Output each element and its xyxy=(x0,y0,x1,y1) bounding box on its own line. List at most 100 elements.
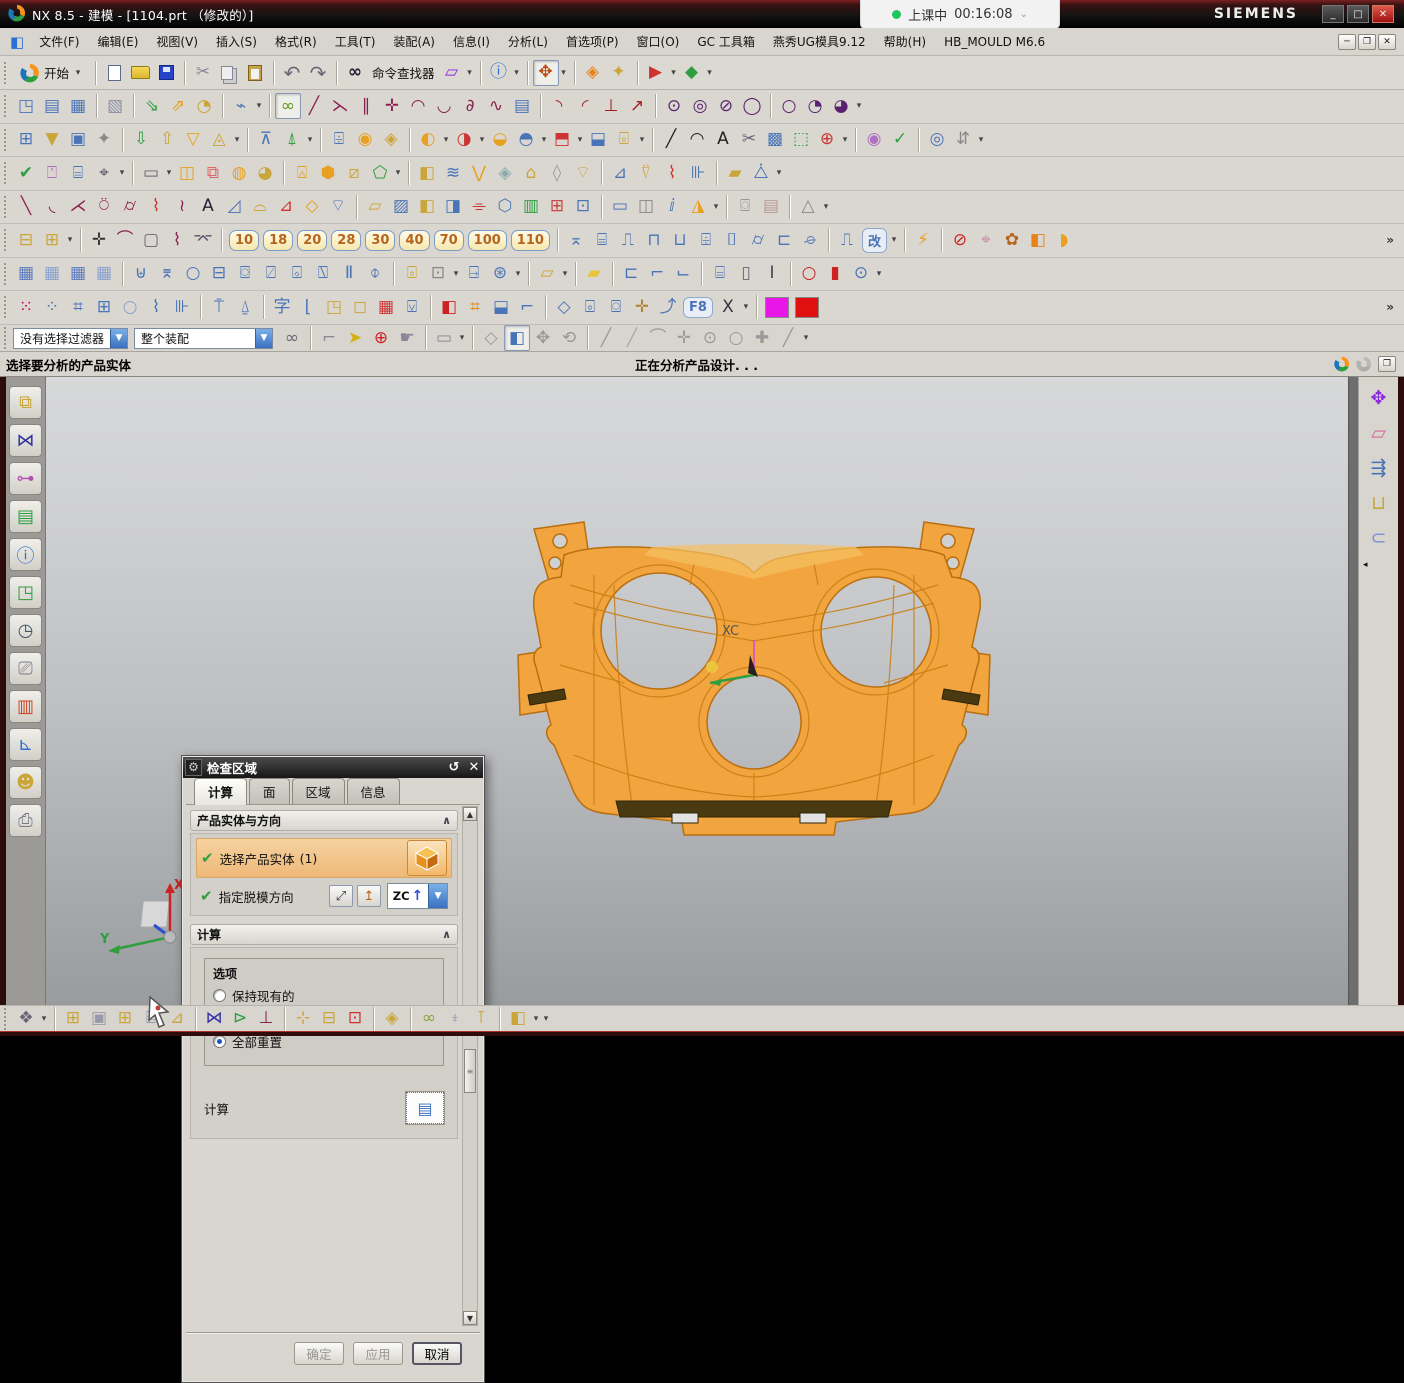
toolbar-icon[interactable]: ⌒ xyxy=(112,227,138,253)
toolbar-icon[interactable]: ⊞ xyxy=(60,1006,86,1032)
toolbar-icon[interactable]: ⌇ xyxy=(164,227,190,253)
plate-size-30[interactable]: 30 xyxy=(365,230,395,251)
toolbar-icon[interactable]: Ⅰ xyxy=(759,261,785,287)
dialog-reset-button[interactable]: ↺ xyxy=(444,760,464,775)
selection-scope-dropdown[interactable]: 整个装配 ▼ xyxy=(134,328,273,349)
toolbar-icon[interactable]: ⇗ xyxy=(165,93,191,119)
play-icon[interactable]: ▶ xyxy=(643,60,669,86)
toolbar-icon[interactable]: ⇘ xyxy=(139,93,165,119)
toolbar-icon[interactable]: ⧉ xyxy=(200,160,226,186)
chevron-down-icon[interactable]: ▾ xyxy=(539,135,549,145)
toolbar-icon[interactable]: ◉ xyxy=(352,127,378,153)
check-regions-dialog[interactable]: ⚙ 检查区域 ↺ ✕ 计算 面 区域 信息 产品实体与方向 ∧ xyxy=(181,755,485,1383)
sheet-deform-icon[interactable]: ▱ xyxy=(1366,420,1392,446)
toolbar-icon[interactable]: ▱ xyxy=(534,261,560,287)
toolbar-grip[interactable] xyxy=(4,129,9,151)
toolbar-icon[interactable]: ◎ xyxy=(687,93,713,119)
menu-item-14[interactable]: 帮助(H) xyxy=(875,31,935,53)
toolbar-icon[interactable]: ╲ xyxy=(13,194,39,220)
toolbar-icon[interactable]: ⊓ xyxy=(641,227,667,253)
tab-calculate[interactable]: 计算 xyxy=(194,778,247,805)
toolbar-icon[interactable]: ◑ xyxy=(451,127,477,153)
reuse-library-icon[interactable]: ▤ xyxy=(9,500,42,533)
toolbar-icon[interactable]: ⊟ xyxy=(316,1006,342,1032)
command-finder-label[interactable]: 命令查找器 xyxy=(372,63,435,82)
tab-face[interactable]: 面 xyxy=(249,778,290,804)
brush-icon[interactable]: ⍌ xyxy=(399,294,425,320)
toolbar-icon[interactable]: ⌖ xyxy=(91,160,117,186)
start-button[interactable]: 开始 ▾ xyxy=(13,60,90,86)
toolbar-icon[interactable]: ◈ xyxy=(492,160,518,186)
chevron-down-icon[interactable]: ▾ xyxy=(559,68,569,78)
chevron-down-icon[interactable]: ▾ xyxy=(441,135,451,145)
toolbar-icon[interactable]: ▨ xyxy=(388,194,414,220)
radio-keep-existing[interactable]: 保持现有的 xyxy=(213,986,435,1005)
rotate-icon[interactable]: ⟲ xyxy=(556,325,582,351)
toolbar-icon[interactable]: ◿ xyxy=(221,194,247,220)
toolbar-icon[interactable]: ⋁ xyxy=(466,160,492,186)
chevron-down-icon[interactable]: ▼ xyxy=(110,329,127,348)
toolbar-icon[interactable]: ◊ xyxy=(544,160,570,186)
chevron-down-icon[interactable]: ▾ xyxy=(465,68,475,78)
mdi-close-button[interactable]: ✕ xyxy=(1378,34,1396,50)
chevron-down-icon[interactable]: ▾ xyxy=(976,135,986,145)
toolbar-icon[interactable]: ◧ xyxy=(414,160,440,186)
maximize-button[interactable]: □ xyxy=(1347,5,1369,23)
chevron-down-icon[interactable]: ▾ xyxy=(669,68,679,78)
toolbar-icon[interactable]: ⍋ xyxy=(279,127,305,153)
chevron-down-icon[interactable]: ▾ xyxy=(393,168,403,178)
dialog-scrollbar[interactable]: ▲ ≡ ▼ xyxy=(462,806,478,1326)
toolbar-icon[interactable]: ▮ xyxy=(822,261,848,287)
binoculars-icon[interactable]: ∞ xyxy=(342,60,368,86)
toolbar-icon[interactable]: ╱ xyxy=(658,127,684,153)
toolbar-icon[interactable]: ◔ xyxy=(802,93,828,119)
render-style-icon[interactable]: ✦ xyxy=(606,60,632,86)
toolbar-icon[interactable]: ◕ xyxy=(828,93,854,119)
sketch-plane-icon[interactable]: ▱ xyxy=(439,60,465,86)
folder-icon[interactable]: ▰ xyxy=(581,261,607,287)
toolbar-icon[interactable]: ⌭ xyxy=(745,227,771,253)
menu-item-2[interactable]: 编辑(E) xyxy=(88,31,147,53)
chevron-down-icon[interactable]: ▼ xyxy=(428,884,447,908)
toolbar-icon[interactable]: A xyxy=(195,194,221,220)
toolbar-icon[interactable]: ▦ xyxy=(65,261,91,287)
crosshair-icon[interactable]: ⊕ xyxy=(368,325,394,351)
chevron-down-icon[interactable]: ▾ xyxy=(305,135,315,145)
collapse-left-arrow[interactable]: ◂ xyxy=(1363,560,1368,570)
toolbar-grip[interactable] xyxy=(4,1008,9,1030)
toolbar-icon[interactable]: ⬓ xyxy=(585,127,611,153)
menu-item-8[interactable]: 信息(I) xyxy=(444,31,499,53)
internet-browser-icon[interactable]: ⓘ xyxy=(9,538,42,571)
chevron-down-icon[interactable]: ▾ xyxy=(821,202,831,212)
model-part[interactable]: XC xyxy=(504,515,1004,850)
toolbar-icon[interactable]: ⌭ xyxy=(117,194,143,220)
toolbar-icon[interactable]: ⍁ xyxy=(258,261,284,287)
toolbar-icon[interactable]: ⬒ xyxy=(549,127,575,153)
toolbar-icon[interactable]: ⌽ xyxy=(362,261,388,287)
toolbar-icon[interactable]: ╱ xyxy=(301,93,327,119)
chevron-down-icon[interactable]: ▾ xyxy=(65,235,75,245)
color-grid-icon[interactable]: ▦ xyxy=(373,294,399,320)
chevron-down-icon[interactable]: ▾ xyxy=(254,101,264,111)
toolbar-icon[interactable]: ◧ xyxy=(505,1006,531,1032)
toolbar-icon[interactable]: ✦ xyxy=(91,127,117,153)
chevron-down-icon[interactable]: ▾ xyxy=(232,135,242,145)
toolbar-icon[interactable]: ⊛ xyxy=(487,261,513,287)
toolbar-icon[interactable]: ⌹ xyxy=(693,227,719,253)
csys-orient-icon[interactable]: ✥ xyxy=(533,60,559,86)
menu-item-10[interactable]: 首选项(P) xyxy=(557,31,628,53)
toolbar-icon[interactable]: ⌐ xyxy=(514,294,540,320)
menu-item-13[interactable]: 燕秀UG模具9.12 xyxy=(764,31,875,53)
toolbar-icon[interactable]: ⌆ xyxy=(154,261,180,287)
tube-icon[interactable]: ⊂ xyxy=(1366,525,1392,551)
visualization-palette-icon[interactable]: ▥ xyxy=(9,690,42,723)
plate-size-18[interactable]: 18 xyxy=(263,230,293,251)
toolbar-icon[interactable]: ⊘ xyxy=(713,93,739,119)
roles-icon[interactable]: ☻ xyxy=(9,766,42,799)
chevron-down-icon[interactable]: ▾ xyxy=(164,168,174,178)
toolbar-icon[interactable]: ◗ xyxy=(1051,227,1077,253)
chevron-down-icon[interactable]: ▾ xyxy=(451,269,461,279)
profile-tool[interactable]: ∞ xyxy=(275,93,301,119)
toolbar-grip[interactable] xyxy=(4,229,9,251)
close-button[interactable]: ✕ xyxy=(1372,5,1394,23)
